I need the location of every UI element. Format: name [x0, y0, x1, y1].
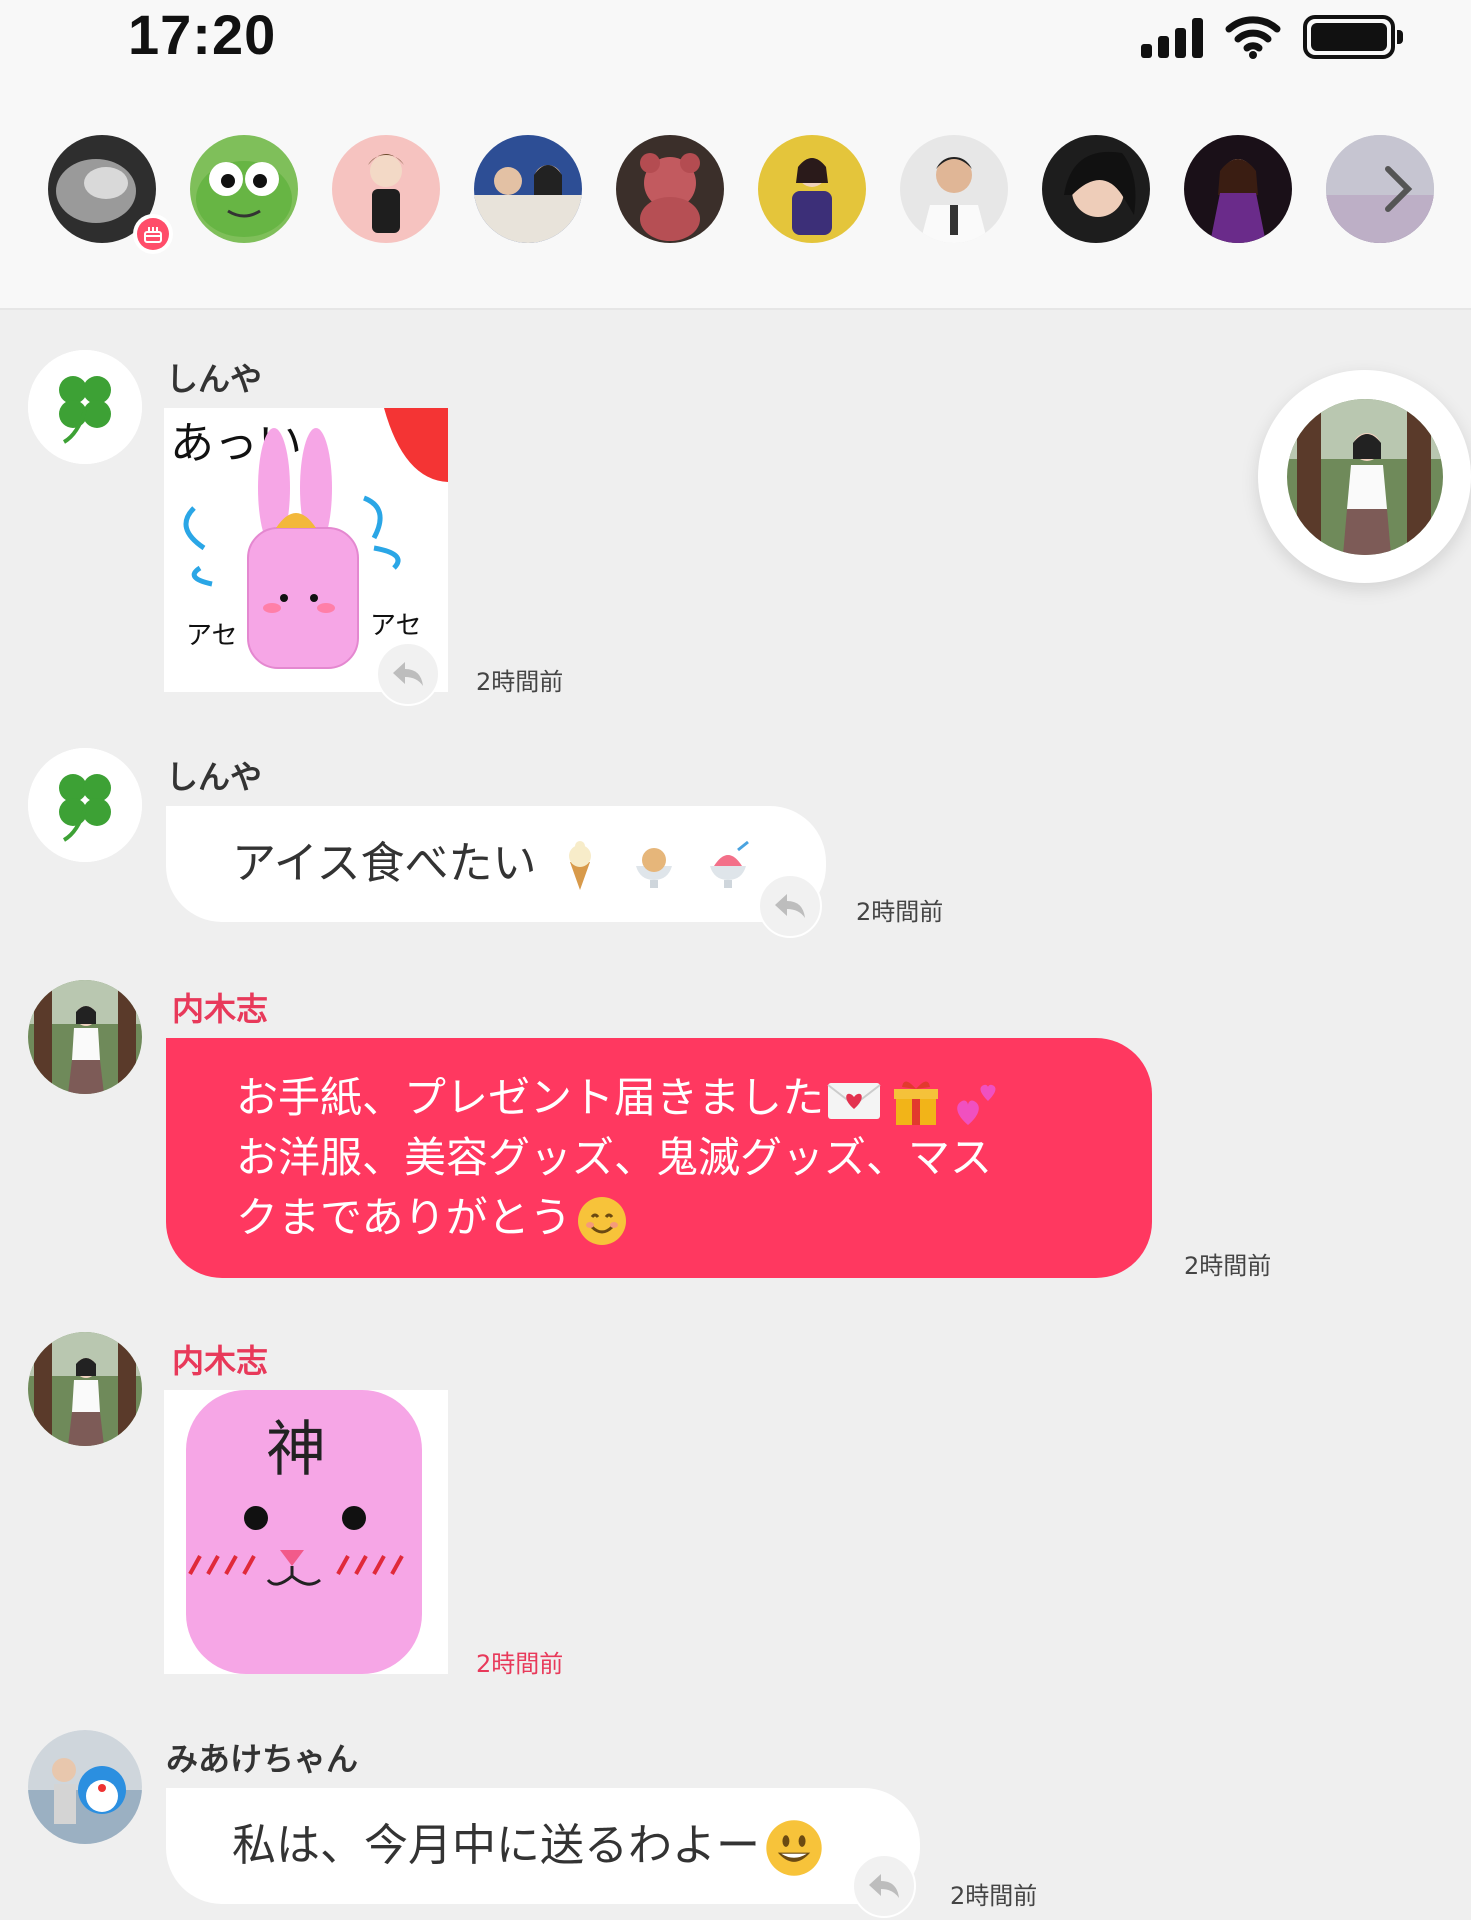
status-icons: [1141, 12, 1403, 62]
grinning-face-icon: [766, 1820, 822, 1876]
message-time: 2時間前: [476, 1650, 564, 1678]
reply-button[interactable]: [758, 874, 822, 938]
love-letter-icon: [827, 1082, 881, 1119]
avatar[interactable]: [28, 1730, 142, 1844]
stories-row: [48, 135, 1471, 245]
message-time: 2時間前: [1184, 1252, 1272, 1280]
birthday-badge-icon: [133, 214, 173, 254]
sticker-text: アセ: [370, 611, 421, 641]
reply-button[interactable]: [852, 1854, 916, 1918]
message-time: 2時間前: [950, 1882, 1038, 1910]
story-avatar[interactable]: [1042, 135, 1150, 243]
ice-cream-cone-icon: [569, 841, 592, 890]
message-text: アイス食べたい: [232, 838, 537, 889]
story-avatar[interactable]: [1184, 135, 1292, 243]
chevron-right-icon[interactable]: [1378, 163, 1418, 215]
status-time: 17:20: [128, 3, 277, 66]
stories-header: 17:20: [0, 0, 1471, 310]
message-text: お手紙、プレゼント届きました: [236, 1073, 825, 1122]
sticker-text: 神: [266, 1415, 326, 1485]
sender-name: 内木志: [172, 990, 269, 1028]
message-bubble[interactable]: アイス食べたい: [166, 806, 826, 922]
story-avatar[interactable]: [332, 135, 440, 243]
avatar[interactable]: [28, 748, 142, 862]
shaved-ice-icon: [710, 840, 750, 888]
story-avatar[interactable]: [616, 135, 724, 243]
reply-icon: [775, 894, 805, 918]
message-bubble[interactable]: お手紙、プレゼント届きました お洋服、美容グッズ、鬼滅グッズ、マス クまでありが…: [166, 1038, 1152, 1278]
sender-name: みあけちゃん: [166, 1740, 359, 1778]
ice-cream-icon: [636, 848, 673, 888]
two-hearts-icon: [957, 1084, 996, 1125]
signal-icon: [1141, 16, 1203, 58]
sender-name: 内木志: [172, 1342, 269, 1380]
reply-icon: [869, 1874, 899, 1898]
battery-icon: [1303, 15, 1403, 59]
avatar[interactable]: [28, 350, 142, 464]
smiling-face-icon: [577, 1196, 626, 1245]
story-avatar[interactable]: [190, 135, 298, 243]
sticker-image[interactable]: 神: [164, 1390, 448, 1674]
story-avatar[interactable]: [758, 135, 866, 243]
gift-icon: [894, 1080, 939, 1125]
wifi-icon: [1225, 16, 1281, 59]
sticker-text: アセ: [186, 621, 237, 651]
reply-icon: [393, 662, 423, 686]
message-bubble[interactable]: 私は、今月中に送るわよー: [166, 1788, 920, 1904]
avatar[interactable]: [28, 980, 142, 1094]
reply-button[interactable]: [376, 642, 440, 706]
story-avatar[interactable]: [900, 135, 1008, 243]
message-text: お洋服、美容グッズ、鬼滅グッズ、マス: [236, 1133, 993, 1182]
message-text: 私は、今月中に送るわよー: [232, 1820, 760, 1871]
message-time: 2時間前: [856, 898, 944, 926]
avatar[interactable]: [28, 1332, 142, 1446]
sender-name: しんや: [166, 758, 263, 796]
floating-avatar-button[interactable]: [1258, 370, 1471, 583]
message-time: 2時間前: [476, 668, 564, 696]
story-avatar[interactable]: [474, 135, 582, 243]
sender-name: しんや: [166, 360, 263, 398]
message-text: クまでありがとう: [236, 1193, 572, 1242]
